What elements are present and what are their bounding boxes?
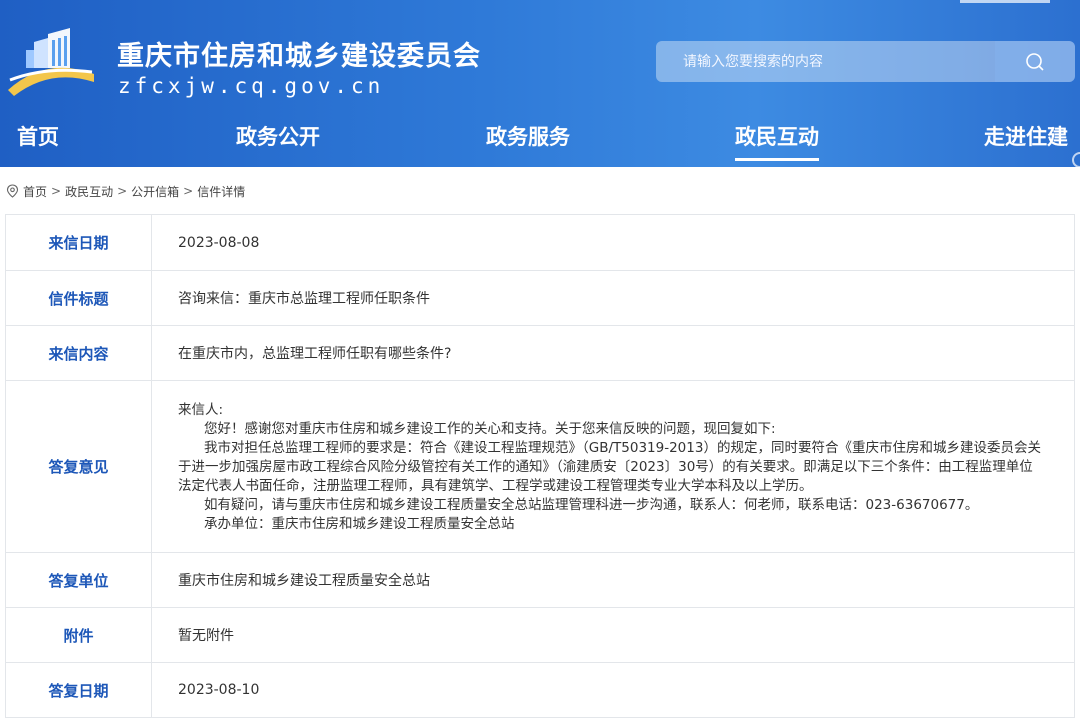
nav-item-interaction[interactable]: 政民互动	[735, 121, 819, 161]
reply-label: 答复意见	[5, 380, 152, 553]
letter-title-value: 咨询来信：重庆市总监理工程师任职条件	[151, 270, 1075, 326]
breadcrumb-mailbox[interactable]: 公开信箱	[131, 183, 179, 200]
breadcrumb-home[interactable]: 首页	[23, 183, 47, 200]
row-attachment: 附件 暂无附件	[5, 607, 1075, 663]
breadcrumb-separator: >	[117, 184, 128, 198]
nav-item-interaction-label: 政民互动	[735, 125, 819, 149]
row-reply-date: 答复日期 2023-08-10	[5, 662, 1075, 718]
breadcrumb-interaction[interactable]: 政民互动	[65, 183, 113, 200]
reply-paragraph: 我市对担任总监理工程师的要求是：符合《建设工程监理规范》（GB/T50319-2…	[178, 440, 1041, 494]
main-nav: 首页 政务公开 政务服务 政民互动 走进住建	[0, 116, 1080, 167]
search-box	[656, 41, 1075, 82]
nav-item-about[interactable]: 走进住建	[984, 121, 1068, 151]
site-logo-icon[interactable]	[6, 26, 96, 102]
row-letter-content: 来信内容 在重庆市内，总监理工程师任职有哪些条件?	[5, 325, 1075, 381]
nav-item-government-services[interactable]: 政务服务	[486, 121, 570, 151]
row-reply-unit: 答复单位 重庆市住房和城乡建设工程质量安全总站	[5, 552, 1075, 608]
breadcrumb-separator: >	[183, 184, 194, 198]
row-reply: 答复意见 来信人: 您好！感谢您对重庆市住房和城乡建设工作的关心和支持。关于您来…	[5, 380, 1075, 553]
reply-salutation: 来信人:	[178, 402, 224, 418]
header-top-strip	[960, 0, 1050, 3]
site-domain: zfcxjw.cq.gov.cn	[118, 74, 385, 98]
nav-active-underline	[735, 158, 819, 161]
reply-handling-unit: 承办单位：重庆市住房和城乡建设工程质量安全总站	[204, 516, 515, 532]
reply-content: 来信人: 您好！感谢您对重庆市住房和城乡建设工作的关心和支持。关于您来信反映的问…	[151, 380, 1075, 553]
search-icon	[1026, 52, 1044, 71]
reply-unit-label: 答复单位	[5, 552, 152, 608]
letter-detail-table: 来信日期 2023-08-08 信件标题 咨询来信：重庆市总监理工程师任职条件 …	[5, 214, 1075, 718]
location-pin-icon	[6, 184, 19, 198]
breadcrumb-separator: >	[51, 184, 62, 198]
letter-title-label: 信件标题	[5, 270, 152, 326]
reply-paragraph: 如有疑问，请与重庆市住房和城乡建设工程质量安全总站监理管理科进一步沟通，联系人：…	[204, 497, 979, 513]
row-letter-date: 来信日期 2023-08-08	[5, 214, 1075, 271]
search-button[interactable]	[995, 41, 1075, 82]
breadcrumb: 首页 > 政民互动 > 公开信箱 > 信件详情	[6, 182, 245, 200]
reply-date-value: 2023-08-10	[151, 662, 1075, 718]
site-title: 重庆市住房和城乡建设委员会	[117, 41, 481, 72]
row-letter-title: 信件标题 咨询来信：重庆市总监理工程师任职条件	[5, 270, 1075, 326]
site-header: 重庆市住房和城乡建设委员会 zfcxjw.cq.gov.cn 首页 政务公开 政…	[0, 0, 1080, 167]
nav-item-home[interactable]: 首页	[17, 121, 59, 151]
reply-paragraph: 您好！感谢您对重庆市住房和城乡建设工作的关心和支持。关于您来信反映的问题，现回复…	[204, 421, 776, 437]
breadcrumb-letter-detail[interactable]: 信件详情	[197, 183, 245, 200]
nav-item-government-affairs[interactable]: 政务公开	[236, 121, 320, 151]
attachment-label: 附件	[5, 607, 152, 663]
letter-content-value: 在重庆市内，总监理工程师任职有哪些条件?	[151, 325, 1075, 381]
reply-date-label: 答复日期	[5, 662, 152, 718]
letter-date-value: 2023-08-08	[151, 214, 1075, 271]
letter-date-label: 来信日期	[5, 214, 152, 271]
reply-unit-value: 重庆市住房和城乡建设工程质量安全总站	[151, 552, 1075, 608]
letter-content-label: 来信内容	[5, 325, 152, 381]
more-icon[interactable]	[1072, 152, 1080, 167]
search-input[interactable]	[656, 41, 995, 82]
attachment-value: 暂无附件	[151, 607, 1075, 663]
